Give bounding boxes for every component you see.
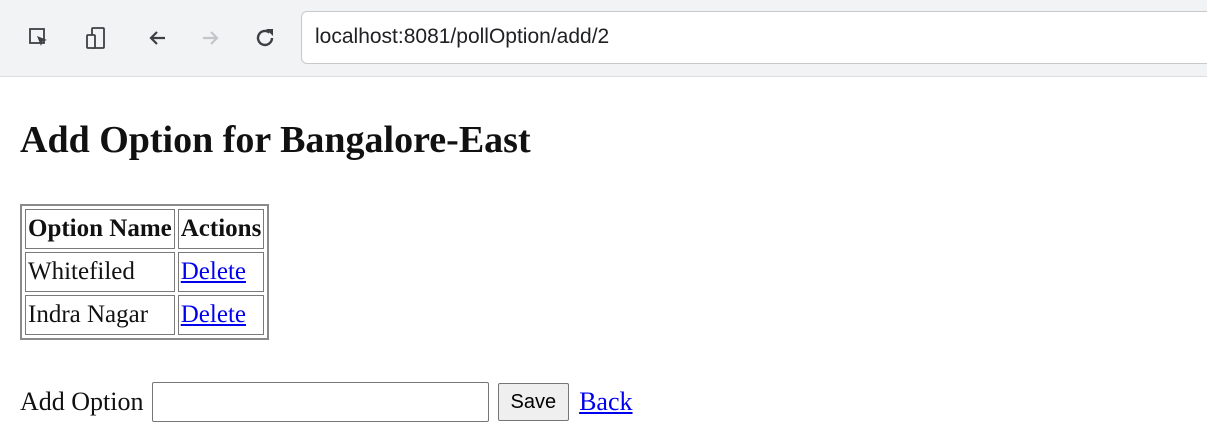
- option-name-cell: Indra Nagar: [25, 295, 175, 335]
- option-name-cell: Whitefiled: [25, 252, 175, 292]
- save-button[interactable]: Save: [497, 383, 570, 421]
- back-arrow-icon[interactable]: [144, 22, 172, 54]
- actions-cell: Delete: [177, 295, 265, 335]
- table-row: Whitefiled Delete: [25, 252, 265, 292]
- table-header-row: Option Name Actions: [25, 209, 265, 249]
- add-option-input[interactable]: [151, 382, 489, 422]
- column-header-option-name: Option Name: [25, 209, 175, 249]
- table-row: Indra Nagar Delete: [25, 295, 265, 335]
- reload-icon[interactable]: [251, 22, 279, 54]
- url-text: localhost:8081/pollOption/add/2: [315, 25, 610, 48]
- page-title: Add Option for Bangalore-East: [20, 119, 531, 161]
- add-option-label: Add Option: [20, 387, 144, 416]
- forward-arrow-icon: [196, 22, 224, 54]
- column-header-actions: Actions: [177, 209, 265, 249]
- delete-link[interactable]: Delete: [181, 258, 246, 285]
- back-link[interactable]: Back: [579, 387, 632, 417]
- address-bar[interactable]: localhost:8081/pollOption/add/2: [301, 11, 1207, 64]
- actions-cell: Delete: [177, 252, 265, 292]
- delete-link[interactable]: Delete: [181, 301, 246, 328]
- inspect-icon[interactable]: [25, 22, 53, 54]
- options-table: Option Name Actions Whitefiled Delete In…: [20, 204, 270, 340]
- browser-toolbar: localhost:8081/pollOption/add/2: [0, 0, 1207, 77]
- device-toggle-icon[interactable]: [82, 22, 110, 54]
- add-option-form: Add Option Save Back: [20, 382, 633, 422]
